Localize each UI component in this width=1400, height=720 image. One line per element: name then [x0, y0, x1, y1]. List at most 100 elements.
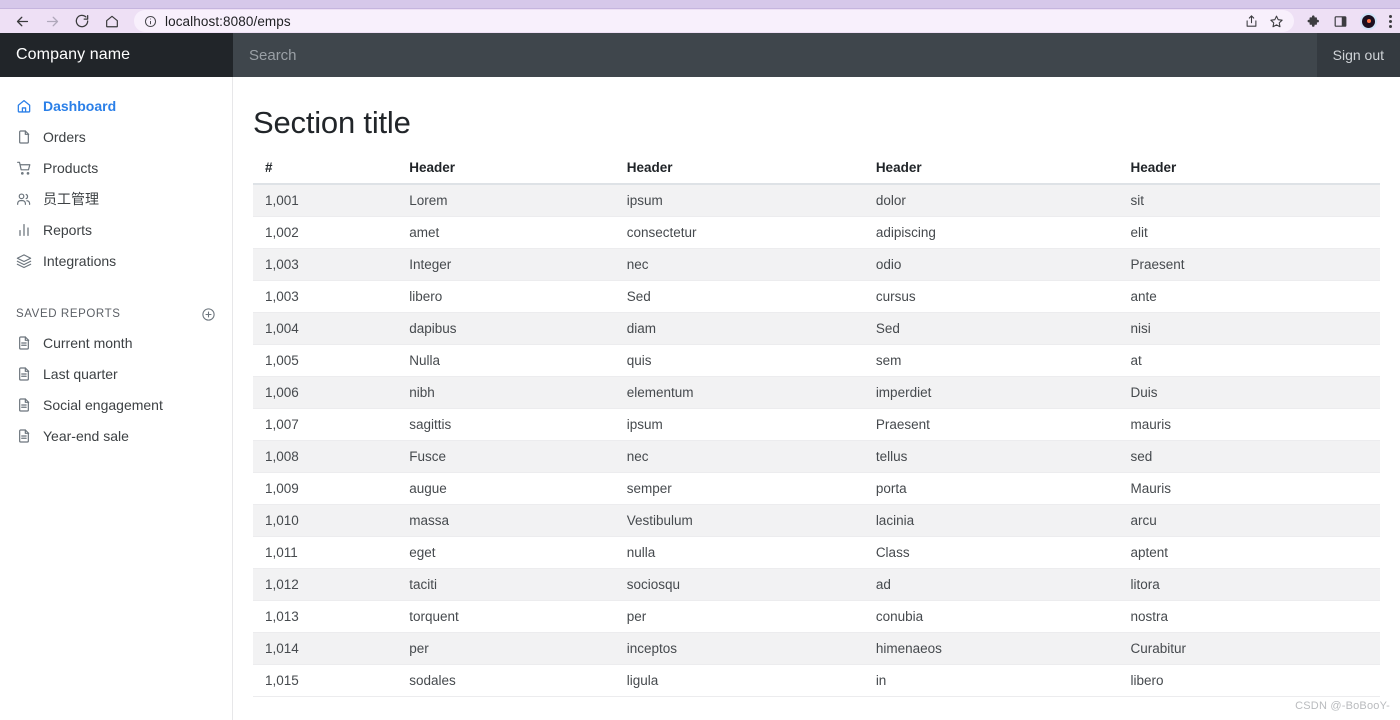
- table-cell: himenaeos: [863, 632, 1119, 665]
- plus-circle-icon[interactable]: [201, 307, 216, 322]
- sidebar-item-employee-management[interactable]: 员工管理: [0, 183, 232, 214]
- search-input[interactable]: [233, 33, 1317, 77]
- saved-report-social-engagement[interactable]: Social engagement: [0, 389, 232, 420]
- home-icon[interactable]: [98, 9, 126, 33]
- address-bar[interactable]: localhost:8080/emps: [134, 10, 1294, 32]
- sidebar-item-label: Orders: [43, 128, 86, 145]
- sidebar: Dashboard Orders Products 员工管理 Reports I…: [0, 77, 233, 720]
- page-title: Section title: [253, 105, 411, 140]
- table-cell-id: 1,001: [253, 184, 398, 217]
- table-cell: sociosqu: [614, 568, 864, 601]
- table-header: # Header Header Header Header: [253, 160, 1380, 185]
- table-cell: Integer: [397, 248, 615, 281]
- table-cell-id: 1,003: [253, 280, 398, 313]
- watermark: CSDN @-BoBooY-: [1295, 700, 1390, 712]
- table-cell: ligula: [614, 664, 864, 697]
- file-icon: [16, 397, 32, 413]
- table-cell: conubia: [863, 600, 1119, 633]
- table-cell: nulla: [614, 536, 864, 569]
- share-icon[interactable]: [1244, 14, 1259, 29]
- table-row[interactable]: 1,003 libero Sed cursus ante: [253, 280, 1380, 313]
- layers-icon: [16, 253, 32, 269]
- table-cell: augue: [397, 472, 615, 505]
- back-arrow-icon[interactable]: [8, 9, 36, 33]
- star-icon[interactable]: [1269, 14, 1284, 29]
- sidebar-item-dashboard[interactable]: Dashboard: [0, 90, 232, 121]
- three-dot-menu-icon[interactable]: [1389, 14, 1392, 28]
- saved-report-label: Social engagement: [43, 396, 163, 413]
- table-col-header-3: Header: [863, 160, 1119, 185]
- table-cell: sed: [1118, 440, 1380, 473]
- side-panel-icon[interactable]: [1333, 14, 1348, 29]
- sidebar-item-integrations[interactable]: Integrations: [0, 245, 232, 276]
- table-col-header-2: Header: [614, 160, 864, 185]
- file-icon: [16, 428, 32, 444]
- table-cell-id: 1,005: [253, 344, 398, 377]
- table-cell-id: 1,002: [253, 216, 398, 249]
- saved-report-year-end-sale[interactable]: Year-end sale: [0, 420, 232, 451]
- reload-icon[interactable]: [68, 9, 96, 33]
- table-row[interactable]: 1,015 sodales ligula in libero: [253, 664, 1380, 697]
- table-cell: Fusce: [397, 440, 615, 473]
- table-row[interactable]: 1,007 sagittis ipsum Praesent mauris: [253, 408, 1380, 441]
- data-table: # Header Header Header Header 1,001 Lorem ipsu…: [253, 160, 1380, 697]
- sidebar-item-reports[interactable]: Reports: [0, 214, 232, 245]
- table-row[interactable]: 1,003 Integer nec odio Praesent: [253, 248, 1380, 281]
- saved-report-label: Current month: [43, 334, 133, 351]
- table-cell: ipsum: [614, 184, 864, 217]
- table-row[interactable]: 1,013 torquent per conubia nostra: [253, 600, 1380, 633]
- sidebar-item-label: Dashboard: [43, 97, 117, 114]
- table-col-index: #: [253, 160, 398, 185]
- table-cell-id: 1,015: [253, 664, 398, 697]
- browser-window: localhost:8080/emps Company name Search …: [0, 0, 1400, 720]
- table-row[interactable]: 1,004 dapibus diam Sed nisi: [253, 312, 1380, 345]
- table-cell-id: 1,012: [253, 568, 398, 601]
- table-cell-id: 1,007: [253, 408, 398, 441]
- sidebar-item-label: Reports: [43, 221, 93, 238]
- table-col-header-4: Header: [1118, 160, 1380, 185]
- sidebar-item-label: Products: [43, 159, 99, 176]
- table-row[interactable]: 1,001 Lorem ipsum dolor sit: [253, 184, 1380, 217]
- sidebar-item-orders[interactable]: Orders: [0, 121, 232, 152]
- sidebar-item-products[interactable]: Products: [0, 152, 232, 183]
- app-body: Dashboard Orders Products 员工管理 Reports I…: [0, 77, 1400, 720]
- table-cell: Vestibulum: [614, 504, 864, 537]
- table-cell: elit: [1118, 216, 1380, 249]
- table-row[interactable]: 1,002 amet consectetur adipiscing elit: [253, 216, 1380, 249]
- file-icon: [16, 129, 32, 145]
- table-row[interactable]: 1,006 nibh elementum imperdiet Duis: [253, 376, 1380, 409]
- table-cell: sodales: [397, 664, 615, 697]
- table-cell: nostra: [1118, 600, 1380, 633]
- table-cell: in: [863, 664, 1119, 697]
- puzzle-piece-icon[interactable]: [1306, 14, 1321, 29]
- table-row[interactable]: 1,010 massa Vestibulum lacinia arcu: [253, 504, 1380, 537]
- table-row[interactable]: 1,012 taciti sociosqu ad litora: [253, 568, 1380, 601]
- table-row[interactable]: 1,014 per inceptos himenaeos Curabitur: [253, 632, 1380, 665]
- brand-title[interactable]: Company name: [0, 33, 233, 77]
- table-row[interactable]: 1,011 eget nulla Class aptent: [253, 536, 1380, 569]
- saved-reports-header: Saved reports: [0, 301, 232, 327]
- table-cell: Lorem: [397, 184, 615, 217]
- table-cell-id: 1,011: [253, 536, 398, 569]
- table-cell: at: [1118, 344, 1380, 377]
- sidebar-item-label: 员工管理: [43, 190, 99, 207]
- sidebar-item-label: Integrations: [43, 252, 117, 269]
- forward-arrow-icon[interactable]: [38, 9, 66, 33]
- table-row[interactable]: 1,008 Fusce nec tellus sed: [253, 440, 1380, 473]
- site-info-icon[interactable]: [144, 15, 157, 28]
- saved-report-current-month[interactable]: Current month: [0, 327, 232, 358]
- table-cell: amet: [397, 216, 615, 249]
- table-row[interactable]: 1,009 augue semper porta Mauris: [253, 472, 1380, 505]
- table-cell: Nulla: [397, 344, 615, 377]
- sign-out-link[interactable]: Sign out: [1333, 47, 1384, 63]
- browser-toolbar: localhost:8080/emps: [0, 9, 1400, 33]
- table-cell: taciti: [397, 568, 615, 601]
- profile-avatar-icon[interactable]: [1360, 12, 1377, 30]
- cart-icon: [16, 160, 32, 176]
- table-row[interactable]: 1,005 Nulla quis sem at: [253, 344, 1380, 377]
- table-cell: Duis: [1118, 376, 1380, 409]
- table-cell: elementum: [614, 376, 864, 409]
- table-cell: adipiscing: [863, 216, 1119, 249]
- table-cell: dapibus: [397, 312, 615, 345]
- saved-report-last-quarter[interactable]: Last quarter: [0, 358, 232, 389]
